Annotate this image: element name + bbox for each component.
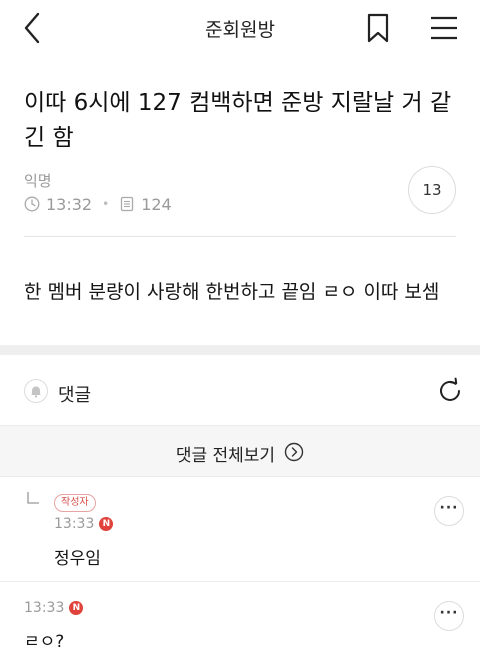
post-meta: 13:32 • 124 xyxy=(24,194,172,214)
post-time: 13:32 xyxy=(46,194,93,214)
author-badge: 작성자 xyxy=(54,494,96,512)
comment-time-text: 13:33 xyxy=(54,516,95,532)
notification-bell-icon[interactable] xyxy=(24,379,48,403)
view-count-icon xyxy=(119,196,135,212)
comment-time: 13:33 N xyxy=(54,516,114,532)
comment-item: 작성자 13:33 N 정우임 ··· xyxy=(0,478,480,582)
page-title: 준회원방 xyxy=(205,19,275,41)
comments-header: 댓글 xyxy=(0,355,480,425)
more-options-button[interactable]: ··· xyxy=(434,601,464,631)
comment-count-button[interactable]: 13 xyxy=(408,166,456,214)
menu-icon[interactable] xyxy=(428,14,460,42)
meta-separator: • xyxy=(102,197,110,211)
comment-text: 정우임 xyxy=(54,549,101,569)
circle-chevron-right-icon xyxy=(284,442,304,466)
comments-label: 댓글 xyxy=(58,385,92,406)
post-views: 124 xyxy=(141,194,172,214)
comment-time: 13:33 N xyxy=(24,600,84,616)
view-all-comments-button[interactable]: 댓글 전체보기 xyxy=(0,425,480,477)
clock-icon xyxy=(24,196,40,212)
view-all-comments-label: 댓글 전체보기 xyxy=(175,446,276,466)
refresh-icon[interactable] xyxy=(436,377,464,405)
more-options-button[interactable]: ··· xyxy=(434,496,464,526)
post-body: 한 멤버 분량이 사랑해 한번하고 끝임 ㄹㅇ 이따 보셈 xyxy=(24,281,440,303)
comment-text: ㄹㅇ? xyxy=(24,632,65,652)
section-divider xyxy=(0,345,480,355)
bookmark-icon[interactable] xyxy=(364,12,392,44)
divider xyxy=(24,236,456,237)
new-badge: N xyxy=(69,601,84,615)
comment-item: 13:33 N ㄹㅇ? ··· xyxy=(0,583,480,672)
new-badge: N xyxy=(99,517,114,531)
comment-time-text: 13:33 xyxy=(24,600,65,616)
top-nav-bar: 준회원방 xyxy=(0,0,480,56)
post-title: 이따 6시에 127 컴백하면 준방 지랄날 거 같긴 함 xyxy=(24,90,452,151)
reply-indicator-icon xyxy=(26,490,40,504)
post-author: 익명 xyxy=(24,172,52,190)
